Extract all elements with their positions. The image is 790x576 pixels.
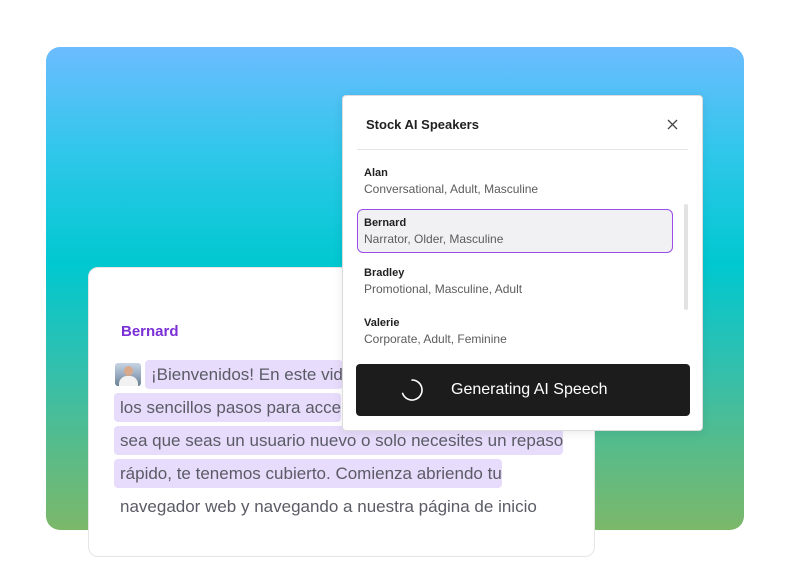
speaker-item-name: Alan	[364, 167, 388, 179]
speaker-list-scrollbar[interactable]	[684, 204, 688, 310]
speaker-item-alan[interactable]: Alan Conversational, Adult, Masculine	[357, 159, 673, 203]
transcript-line[interactable]: rápido, te tenemos cubierto. Comienza ab…	[114, 459, 502, 488]
spinner-icon	[401, 379, 423, 401]
speaker-item-name: Bernard	[364, 217, 407, 229]
speaker-item-name: Valerie	[364, 317, 400, 329]
speaker-item-name: Bradley	[364, 267, 405, 279]
generate-button-label: Generating AI Speech	[451, 381, 608, 398]
speaker-avatar	[115, 363, 141, 386]
close-icon	[667, 119, 677, 129]
transcript-line[interactable]: navegador web y navegando a nuestra pági…	[114, 492, 537, 521]
dialog-title: Stock AI Speakers	[366, 117, 479, 132]
speaker-item-bradley[interactable]: Bradley Promotional, Masculine, Adult	[357, 259, 673, 303]
speaker-item-description: Promotional, Masculine, Adult	[364, 282, 523, 296]
speaker-name-label[interactable]: Bernard	[121, 323, 179, 340]
stock-ai-speakers-dialog: Stock AI Speakers Alan Conversational, A…	[342, 95, 703, 431]
speaker-item-valerie[interactable]: Valerie Corporate, Adult, Feminine	[357, 309, 673, 353]
dialog-divider	[357, 149, 688, 150]
transcript-line[interactable]: ¡Bienvenidos! En este vid	[145, 360, 343, 389]
speaker-item-description: Corporate, Adult, Feminine	[364, 332, 507, 346]
speaker-list: Alan Conversational, Adult, Masculine Be…	[357, 157, 673, 357]
speaker-item-bernard[interactable]: Bernard Narrator, Older, Masculine	[357, 209, 673, 253]
speaker-item-description: Conversational, Adult, Masculine	[364, 182, 539, 196]
generate-ai-speech-button[interactable]: Generating AI Speech	[356, 364, 690, 416]
speaker-item-description: Narrator, Older, Masculine	[364, 232, 504, 246]
transcript-line[interactable]: los sencillos pasos para acce	[114, 393, 342, 422]
close-button[interactable]	[664, 116, 680, 132]
